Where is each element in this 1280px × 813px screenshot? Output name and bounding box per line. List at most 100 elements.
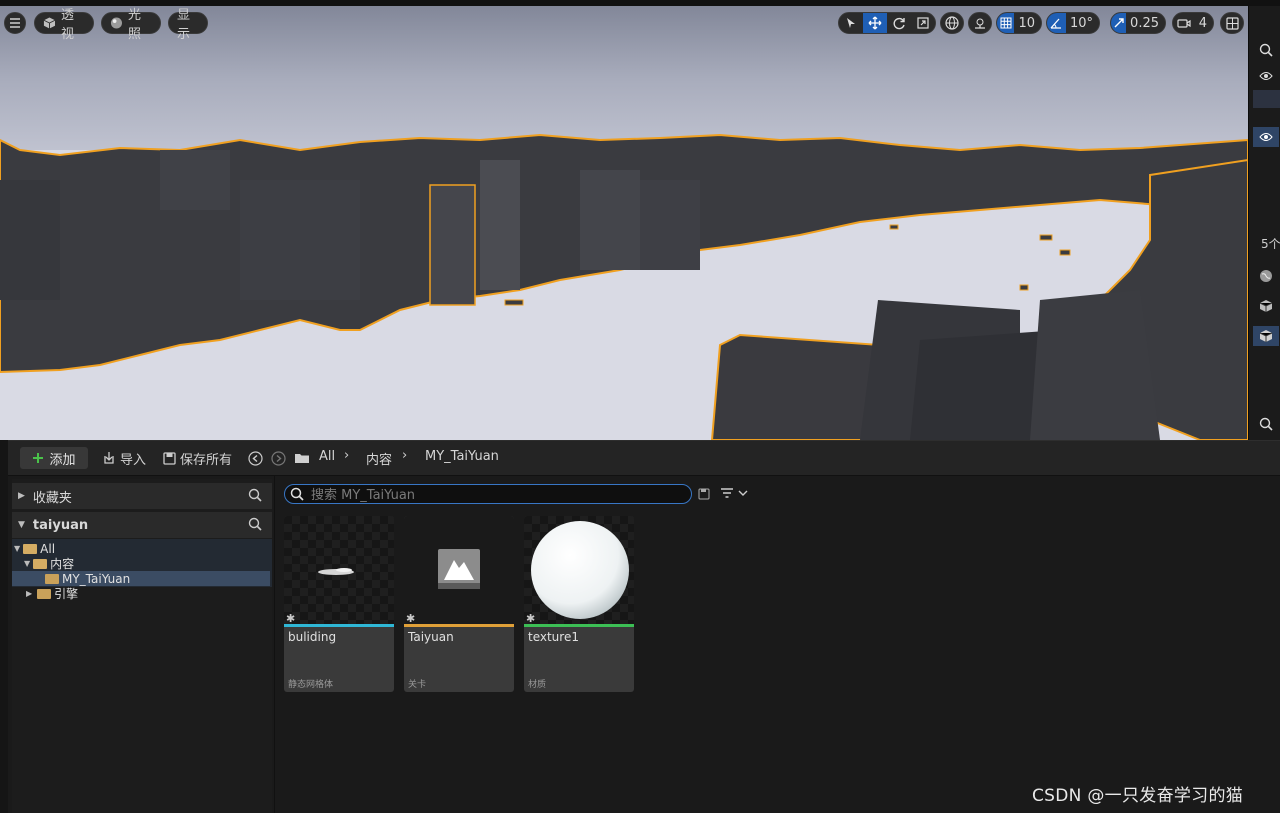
building [0, 180, 60, 300]
select-tool[interactable] [839, 13, 863, 33]
surface-snap-button[interactable] [968, 12, 992, 34]
asset-search-box[interactable] [284, 484, 692, 504]
filter-button[interactable] [720, 487, 748, 499]
world-icon [1260, 270, 1272, 282]
rotate-tool[interactable] [887, 13, 911, 33]
search-icon [1259, 43, 1273, 57]
asset-thumbnail [284, 516, 394, 624]
breadcrumb-content[interactable]: 内容 [366, 449, 392, 468]
asset-type-bar [404, 624, 514, 627]
asset-thumbnail [404, 516, 514, 624]
asset-card-taiyuan[interactable]: ✱ Taiyuan 关卡 [404, 516, 514, 692]
content-browser-toolbar: 添加 导入 保存所有 All › 内容 › MY_TaiYuan [8, 441, 1280, 476]
show-label: 显示 [177, 8, 191, 42]
grid-snap-control[interactable]: 10 [996, 12, 1042, 34]
save-all-button[interactable]: 保存所有 [163, 447, 232, 469]
rotation-snap-control[interactable]: 10° [1046, 12, 1100, 34]
asset-type: 关卡 [408, 680, 427, 690]
scale-icon [917, 17, 929, 29]
viewport-menu-button[interactable] [4, 12, 26, 34]
search-icon[interactable] [248, 517, 262, 531]
breadcrumb-my-taiyuan[interactable]: MY_TaiYuan [425, 449, 499, 464]
building [580, 170, 640, 270]
folder-open-icon [23, 543, 38, 554]
outliner-search-button[interactable] [1253, 40, 1279, 60]
static-mesh-actor-icon-selected[interactable] [1253, 326, 1279, 346]
building [480, 160, 520, 290]
mesh-cube-icon [1259, 300, 1273, 312]
project-label: taiyuan [32, 517, 89, 533]
forward-arrow-icon [271, 450, 286, 466]
asset-card-texture1[interactable]: ✱ texture1 材质 [524, 516, 634, 692]
coordinate-space-button[interactable] [940, 12, 964, 34]
outliner-row-selected[interactable] [1253, 90, 1280, 108]
favorites-label: 收藏夹 [32, 490, 72, 506]
tree-item-label: 引擎 [54, 587, 79, 601]
material-sphere-preview [531, 521, 629, 619]
scale-snap-control[interactable]: 0.25 [1110, 12, 1166, 34]
visibility-toggle[interactable] [1253, 66, 1279, 86]
tree-item-my-taiyuan[interactable]: MY_TaiYuan [12, 571, 270, 586]
search-icon[interactable] [248, 488, 262, 502]
search-input[interactable] [309, 486, 683, 504]
breadcrumb-chevron-icon[interactable]: › [402, 448, 407, 463]
back-button[interactable] [248, 447, 263, 469]
camera-icon [1177, 19, 1191, 28]
item-count-label: 5个 [1261, 236, 1280, 251]
asset-card-buliding[interactable]: ✱ buliding 静态网格体 [284, 516, 394, 692]
viewport-layout-button[interactable] [1220, 12, 1244, 34]
tree-item-all[interactable]: ▼ All [14, 541, 270, 556]
mesh-preview [318, 568, 354, 575]
forward-button[interactable] [271, 447, 286, 469]
mesh-cube-icon [1259, 330, 1273, 342]
camera-speed-control[interactable]: 4 [1172, 12, 1214, 34]
asset-name: Taiyuan [408, 630, 454, 644]
add-button[interactable]: 添加 [20, 447, 88, 469]
folder-open-icon [33, 558, 48, 569]
scale-tool[interactable] [911, 13, 935, 33]
perspective-button[interactable]: 透视 [34, 8, 94, 42]
scale-snap-icon [1114, 18, 1124, 28]
select-arrow-icon [847, 18, 855, 28]
level-icon [438, 549, 480, 589]
eye-icon [1259, 133, 1273, 141]
panel-splitter[interactable] [274, 475, 275, 813]
breadcrumb-chevron-icon[interactable]: › [344, 448, 349, 463]
tree-item-label: All [40, 541, 56, 556]
visibility-toggle-selected[interactable] [1253, 127, 1279, 147]
save-search-icon[interactable] [698, 488, 710, 500]
import-label: 导入 [120, 452, 147, 468]
watermark-text: CSDN @一只发奋学习的猫 [1032, 786, 1244, 806]
import-icon [104, 452, 114, 464]
move-tool[interactable] [863, 13, 887, 33]
lighting-label: 光照 [127, 8, 141, 42]
asset-type-bar [524, 624, 634, 627]
lighting-button[interactable]: 光照 [101, 8, 161, 42]
collapsed-triangle-icon: ▶ [18, 491, 25, 501]
scale-snap-value: 0.25 [1130, 15, 1159, 31]
small-block [889, 224, 899, 230]
show-button[interactable]: 显示 [168, 8, 208, 42]
small-block [1039, 234, 1053, 241]
expanded-triangle-icon: ▼ [18, 520, 25, 530]
world-icon-button[interactable] [1253, 266, 1279, 286]
project-header[interactable]: ▼ taiyuan [12, 512, 272, 538]
sources-panel: ▶ 收藏夹 ▼ taiyuan ▼ All ▼ 内容 MY_TaiYuan ▶ 引擎 [12, 479, 272, 813]
import-button[interactable]: 导入 [102, 447, 146, 469]
small-block [1019, 284, 1029, 291]
favorites-header[interactable]: ▶ 收藏夹 [12, 483, 272, 509]
building [60, 220, 180, 340]
camera-speed-value: 4 [1198, 15, 1207, 31]
details-search-button[interactable] [1253, 414, 1279, 434]
small-block [504, 299, 524, 306]
tree-item-content[interactable]: ▼ 内容 [24, 556, 270, 571]
foreground-block [1030, 290, 1160, 440]
chevron-down-icon [738, 490, 748, 496]
breadcrumb-all[interactable]: All [319, 449, 335, 464]
asset-type: 材质 [528, 680, 547, 690]
asset-name: buliding [288, 630, 337, 644]
folder-browse-button[interactable] [294, 447, 310, 469]
static-mesh-actor-icon[interactable] [1253, 296, 1279, 316]
tree-item-engine[interactable]: ▶ 引擎 [26, 586, 270, 601]
level-viewport[interactable]: 透视 光照 显示 10 10° 0.25 4 [0, 0, 1248, 440]
